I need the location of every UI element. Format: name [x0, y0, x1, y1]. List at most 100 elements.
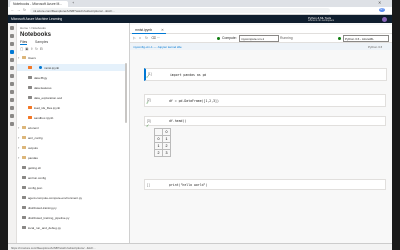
file-tree-item[interactable]: › aml_config [17, 134, 127, 141]
reload-icon[interactable]: ↻ [23, 8, 26, 12]
forward-icon[interactable]: → [17, 8, 20, 12]
file-tree-item[interactable]: › azureml [17, 124, 127, 131]
compute-label: Compute: [222, 36, 237, 40]
table-row: 1 2 [154, 142, 171, 150]
refresh-icon[interactable]: ↻ [35, 47, 38, 51]
cell-code[interactable]: df.head() [169, 119, 186, 123]
code-cell-4[interactable]: [ ] print("hello world") [144, 179, 386, 190]
address-bar[interactable]: ml.azure.com/fileexplorerAzNB?wsid=/subs… [30, 8, 330, 13]
menu-icon[interactable] [10, 26, 14, 30]
table-row: 0 1 [154, 135, 171, 143]
folder-icon [22, 55, 26, 59]
designer-icon[interactable] [10, 66, 14, 70]
pipelines-icon[interactable] [10, 90, 14, 94]
stop-icon[interactable]: □ [139, 36, 141, 40]
file-tree-item-label: config.json [28, 185, 43, 190]
file-tree-item[interactable]: agent-compute-compute-environment.py [17, 194, 127, 201]
product-name: Microsoft Azure Machine Learning [11, 17, 63, 21]
cell-output: 0 0 1 1 2 2 3 [154, 128, 171, 157]
table-index-cell: 1 [154, 142, 163, 150]
profile-avatar[interactable]: GT [379, 8, 385, 12]
left-nav-rail [8, 23, 17, 243]
datastores-icon[interactable] [10, 122, 14, 126]
back-icon[interactable]: ← [11, 8, 14, 12]
file-tree-item[interactable]: data.ffbgy [17, 74, 127, 81]
browser-window: Notebooks - Microsoft Azure M... + ✕ ← →… [8, 0, 392, 250]
close-tab-icon[interactable]: ✕ [161, 28, 164, 32]
file-tree-item[interactable]: › pandas [17, 154, 127, 161]
clear-outputs-icon[interactable]: ⌫ [151, 36, 156, 40]
file-icon [22, 225, 26, 229]
file-tree-item[interactable]: amlrun.config [17, 174, 127, 181]
cell-code[interactable]: print("hello world") [169, 183, 207, 187]
file-tree-item-label: data_exploration.ood [34, 95, 63, 100]
run-all-icon[interactable]: ▷ [133, 36, 136, 40]
notebook-icon [28, 65, 32, 69]
expand-chevron-icon[interactable]: › [18, 55, 19, 60]
expand-chevron-icon[interactable]: › [18, 145, 19, 150]
user-avatar[interactable] [382, 16, 387, 22]
new-file-icon[interactable]: ▢ [20, 47, 23, 51]
file-tree-item[interactable]: sandbox.ipynb [17, 114, 127, 121]
breadcrumb-home[interactable]: Home [20, 26, 28, 30]
new-folder-icon[interactable]: ▣ [25, 47, 28, 51]
file-tree-item[interactable]: local_run_and_debug.py [17, 224, 127, 231]
file-tree-item-label: mnist.ipynb [44, 65, 60, 70]
datasets-icon[interactable] [10, 74, 14, 78]
more-options-icon[interactable]: ⋯ [157, 36, 160, 40]
kernel-info-bar: myconfig-vm-1 — Jupyter kernel idle Pyth… [130, 43, 392, 50]
file-icon [22, 175, 26, 179]
sidebar-scrollbar[interactable] [125, 63, 127, 123]
file-tree-item[interactable]: mnist.ipynb [17, 64, 127, 71]
endpoints-icon[interactable] [10, 106, 14, 110]
tab-samples[interactable]: Samples [35, 40, 48, 44]
expand-chevron-icon[interactable]: › [18, 155, 19, 160]
file-tree-item-label: distributed-training.py [28, 205, 57, 210]
file-tree-item[interactable]: data.features [17, 84, 127, 91]
file-tree-item[interactable]: config.json [17, 184, 127, 191]
file-tree-item[interactable]: › Users [17, 54, 127, 61]
file-tree-item[interactable]: getting.sh [17, 164, 127, 171]
editor-file-tab[interactable]: mnist.ipynb ✕ [132, 26, 166, 34]
notebook-icon[interactable] [10, 42, 14, 46]
cell-code[interactable]: import pandas as pd [170, 73, 206, 77]
file-tree-item[interactable]: distributed_training_pipeline.py [17, 214, 127, 221]
cell-prompt: [ ] [147, 182, 150, 187]
notebook-icon [28, 115, 32, 119]
table-header-row: 0 [154, 128, 171, 136]
file-tree-item-label: aml_config [28, 135, 43, 140]
experiments-icon[interactable] [10, 82, 14, 86]
file-tree-item[interactable]: distributed-training.py [17, 204, 127, 211]
code-cell-1[interactable]: [1] import pandas as pd [144, 68, 387, 81]
compute-select[interactable]: mycompute-vm-1 [239, 35, 279, 42]
notebooks-nav-icon[interactable] [10, 50, 14, 54]
compute-icon[interactable] [10, 114, 14, 118]
folder-icon [22, 125, 26, 129]
file-tree-item-label: sandbox.ipynb [34, 115, 54, 120]
new-tab-icon[interactable]: + [72, 1, 74, 5]
cell-code[interactable]: df = pd.DataFrame([1,2,3]) [169, 99, 219, 103]
file-tree-item[interactable]: load_ids_files.ipynb [17, 104, 127, 111]
browser-status-bar: https://ml.azure.com/fileexplorerAzNB?ws… [8, 243, 392, 250]
automl-icon[interactable] [10, 58, 14, 62]
models-icon[interactable] [10, 98, 14, 102]
folder-icon [22, 155, 26, 159]
kernel-language: Python 3.6 [368, 44, 383, 49]
upload-icon[interactable]: ⇧ [30, 47, 33, 51]
file-tree-item-label: azureml [28, 125, 39, 130]
table-cell: 1 [162, 135, 171, 143]
file-icon [22, 185, 26, 189]
editor-tab-strip: mnist.ipynb ✕ [130, 25, 392, 34]
file-tree-item[interactable]: › outputs [17, 144, 127, 151]
expand-chevron-icon[interactable]: › [18, 135, 19, 140]
home-icon[interactable] [10, 34, 14, 38]
restart-icon[interactable]: ↻ [145, 36, 148, 40]
kernel-select[interactable]: Python 3.6 - AzureML [343, 35, 389, 42]
collapse-icon[interactable]: ⊟ [40, 47, 43, 51]
close-window-icon[interactable]: ✕ [378, 1, 381, 5]
file-tree-item[interactable]: data_exploration.ood [17, 94, 127, 101]
expand-chevron-icon[interactable]: › [18, 125, 19, 130]
code-cell-3[interactable]: [3] df.head() [144, 116, 386, 126]
code-cell-2[interactable]: [2] df = pd.DataFrame([1,2,3]) [144, 94, 386, 107]
tab-files[interactable]: Files [20, 40, 28, 45]
